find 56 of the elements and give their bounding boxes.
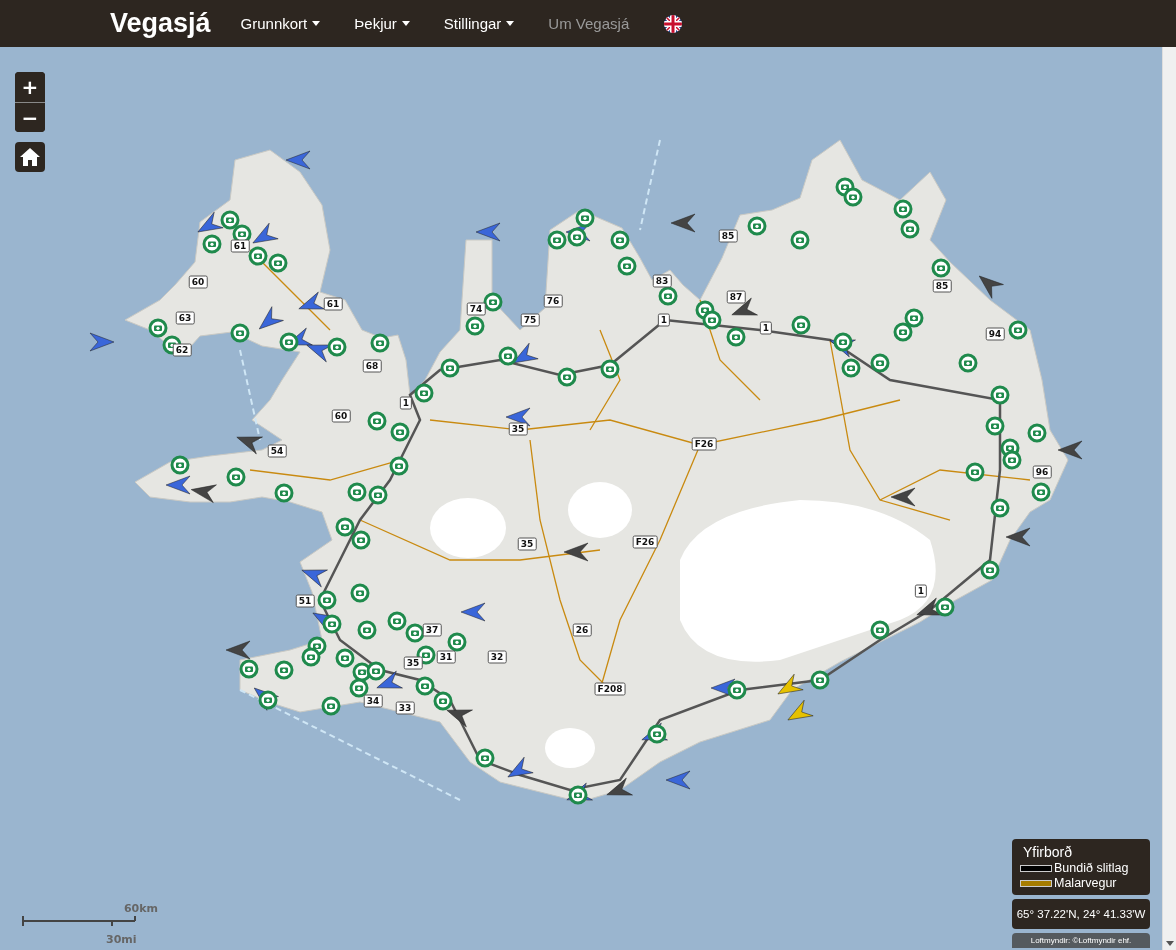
home-icon xyxy=(20,148,40,166)
brand-logo[interactable]: Vegasjá xyxy=(110,8,211,39)
zoom-out-button[interactable]: − xyxy=(15,102,45,132)
road-number-label: F208 xyxy=(594,682,626,696)
road-number-label: F26 xyxy=(632,535,658,549)
road-number-label: 33 xyxy=(395,701,415,715)
road-number-label: 51 xyxy=(295,594,315,608)
menu-dropdown[interactable]: Grunnkort xyxy=(240,15,321,32)
road-number-label: 37 xyxy=(422,623,442,637)
road-number-label: 35 xyxy=(517,537,537,551)
nav-link[interactable]: Um Vegasjá xyxy=(548,15,630,32)
road-number-label: 75 xyxy=(520,313,540,327)
menu-dropdown[interactable]: Þekjur xyxy=(354,15,410,32)
road-number-label: 83 xyxy=(652,274,672,288)
scrollbar-track[interactable] xyxy=(1162,47,1176,950)
road-number-label: 85 xyxy=(932,279,952,293)
attribution-text: Loftmyndir: ©Loftmyndir ehf. xyxy=(1012,933,1150,948)
road-number-label: 60 xyxy=(331,409,351,423)
road-number-label: 32 xyxy=(487,650,507,664)
road-number-label: 76 xyxy=(543,294,563,308)
road-number-label: 68 xyxy=(362,359,382,373)
scroll-down-icon[interactable] xyxy=(1165,941,1174,946)
road-number-label: 35 xyxy=(403,656,423,670)
road-number-label: 60 xyxy=(188,275,208,289)
road-number-label: 63 xyxy=(175,311,195,325)
road-number-label: 96 xyxy=(1032,465,1052,479)
coordinates-display: 65° 37.22'N, 24° 41.33'W xyxy=(1012,899,1150,929)
uk-flag-icon[interactable] xyxy=(663,13,684,34)
road-number-label: 26 xyxy=(572,623,592,637)
legend-label: Bundið slitlag xyxy=(1054,861,1129,875)
road-number-label: 62 xyxy=(172,343,192,357)
road-number-label: 61 xyxy=(230,239,250,253)
road-number-label: 1 xyxy=(657,313,671,327)
legend-title: Yfirborð xyxy=(1022,844,1074,860)
road-number-label: 85 xyxy=(718,229,738,243)
road-number-label: 94 xyxy=(985,327,1005,341)
road-number-label: 31 xyxy=(436,650,456,664)
road-number-label: 35 xyxy=(508,422,528,436)
road-number-label: 34 xyxy=(363,694,383,708)
scale-label: 60km xyxy=(123,902,158,915)
legend-label: Malarvegur xyxy=(1054,876,1117,890)
road-number-label: 1 xyxy=(399,396,413,410)
road-number-label: 54 xyxy=(267,444,287,458)
road-number-label: 87 xyxy=(726,290,746,304)
caret-icon xyxy=(401,21,410,26)
menu-dropdown[interactable]: Stillingar xyxy=(443,15,515,32)
scale-label: 30mi xyxy=(106,933,137,946)
road-number-label: F26 xyxy=(691,437,717,451)
caret-icon xyxy=(312,21,321,26)
home-button[interactable] xyxy=(15,142,45,172)
map-view[interactable] xyxy=(0,47,1162,950)
road-number-label: 1 xyxy=(914,584,928,598)
road-number-label: 1 xyxy=(759,321,773,335)
road-number-label: 74 xyxy=(466,302,486,316)
caret-icon xyxy=(506,21,515,26)
road-number-label: 61 xyxy=(323,297,343,311)
